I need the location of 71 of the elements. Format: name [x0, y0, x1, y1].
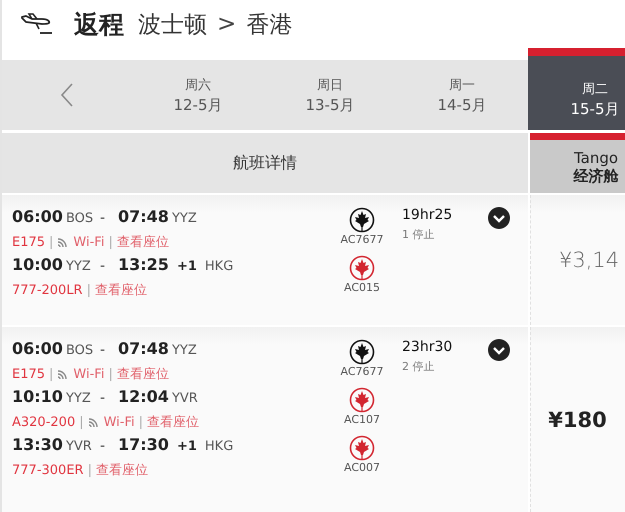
aircraft-type: E175: [12, 234, 46, 250]
plane-landing-icon: [20, 13, 54, 35]
separator-text: |: [108, 234, 113, 250]
aircraft-type: E175: [12, 366, 46, 382]
departure-time: 10:10: [12, 387, 63, 406]
separator-text: |: [138, 414, 144, 430]
origin-city: 波士顿: [138, 10, 207, 40]
destination-city: 香港: [246, 10, 292, 40]
arrival-time: 12:04: [118, 387, 169, 406]
fare-price[interactable]: ¥180: [548, 408, 607, 432]
separator-text: |: [88, 462, 92, 478]
fare-price[interactable]: ¥3,14: [559, 248, 620, 272]
airport-code: YYZ: [172, 211, 197, 226]
arrival-time: 17:30: [118, 435, 169, 454]
arrival-time: 07:48: [118, 339, 169, 358]
separator-text: |: [108, 366, 113, 382]
view-seats-link[interactable]: 查看座位: [94, 281, 147, 299]
aircraft-type: 777-300ER: [12, 462, 84, 478]
time-separator: -: [100, 210, 106, 226]
fare-cabin: 经济舱: [574, 166, 618, 184]
aircraft-type: A320-200: [12, 414, 76, 430]
time-separator: -: [100, 258, 106, 274]
separator-text: |: [49, 366, 54, 382]
expand-button[interactable]: [488, 339, 510, 361]
page-title: 返程: [74, 8, 124, 40]
view-seats-link[interactable]: 查看座位: [116, 365, 169, 383]
day-offset: +1: [176, 439, 197, 454]
time-separator: -: [100, 342, 106, 358]
arrival-time: 13:25: [118, 255, 169, 274]
separator-text: |: [79, 414, 84, 430]
airport-code: HKG: [204, 259, 234, 274]
time-separator: -: [100, 438, 106, 454]
departure-time: 13:30: [12, 435, 63, 454]
route-separator: >: [217, 11, 236, 37]
flight-duration: 23hr30: [402, 339, 454, 355]
view-seats-link[interactable]: 查看座位: [116, 233, 169, 251]
wifi-label: Wi-Fi: [104, 414, 135, 430]
expand-button[interactable]: [488, 207, 510, 229]
day-offset: +1: [176, 259, 197, 274]
airport-code: YVR: [172, 391, 198, 406]
flight-number: AC007: [344, 461, 380, 474]
flight-number: AC015: [344, 281, 380, 294]
date-tab[interactable]: 周二 15-5月: [528, 48, 625, 130]
view-seats-link[interactable]: 查看座位: [96, 461, 148, 479]
wifi-label: Wi-Fi: [73, 366, 104, 382]
separator-text: |: [49, 234, 54, 250]
airport-code: HKG: [204, 439, 234, 454]
separator-text: |: [86, 282, 91, 298]
airport-code: YYZ: [66, 391, 91, 406]
view-seats-link[interactable]: 查看座位: [147, 413, 200, 431]
airport-code: YYZ: [66, 259, 91, 274]
aircraft-type: 777-200LR: [12, 282, 83, 298]
airport-code: YVR: [66, 439, 92, 454]
airport-code: BOS: [66, 211, 94, 226]
airport-code: BOS: [66, 343, 94, 358]
column-header: 航班详情: [2, 133, 528, 193]
departure-time: 06:00: [12, 207, 63, 226]
time-separator: -: [100, 390, 106, 406]
stop-count: 2 停止: [402, 359, 436, 374]
departure-time: 10:00: [12, 255, 63, 274]
arrival-time: 07:48: [118, 207, 169, 226]
flight-number: AC107: [344, 413, 380, 426]
flight-duration: 19hr25: [402, 207, 454, 223]
flight-number: AC7677: [340, 365, 384, 378]
fare-brand: Tango: [574, 148, 618, 166]
airport-code: YYZ: [172, 343, 197, 358]
chevron-left-icon: [60, 82, 74, 108]
flight-number: AC7677: [340, 233, 384, 246]
stop-count: 1 停止: [402, 227, 436, 242]
wifi-label: Wi-Fi: [73, 234, 104, 250]
departure-time: 06:00: [12, 339, 63, 358]
